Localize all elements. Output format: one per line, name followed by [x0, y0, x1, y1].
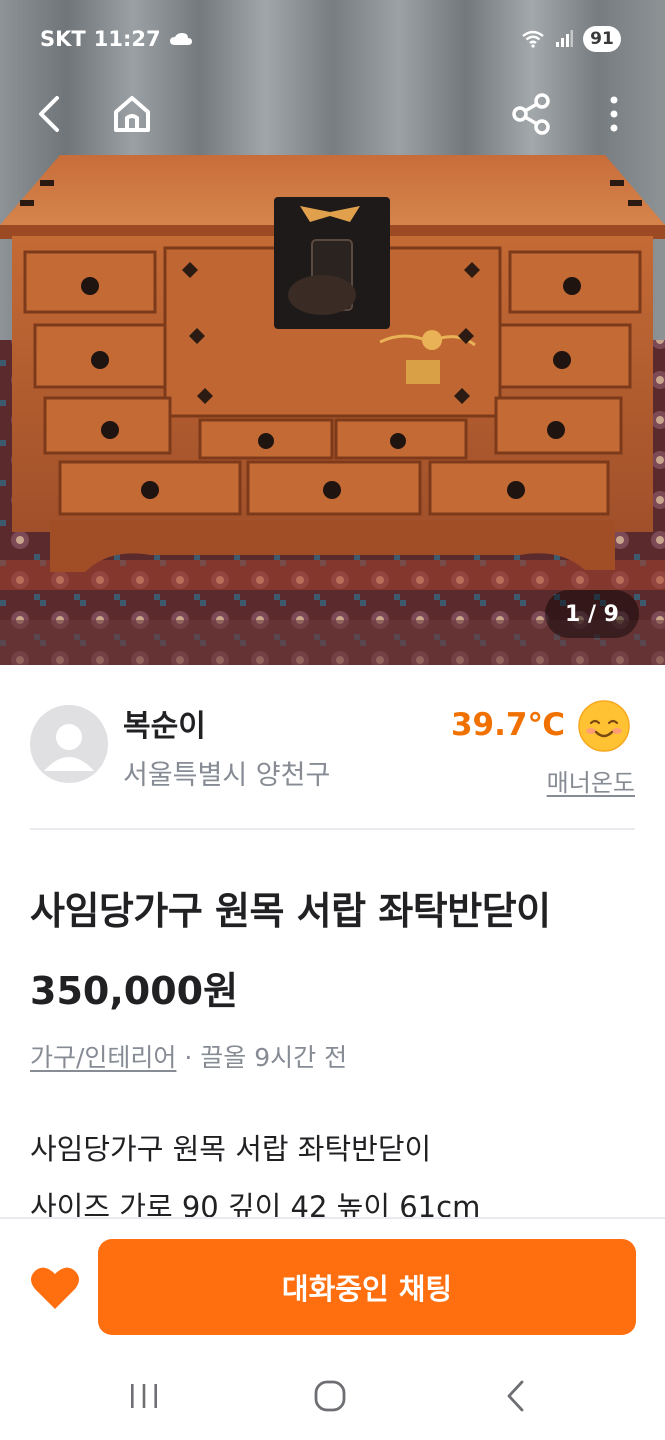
- seller-location: 서울특별시 양천구: [123, 760, 331, 791]
- description-line: 사임당가구 원목 서랍 좌탁반닫이: [30, 1132, 432, 1166]
- home-icon: [114, 96, 150, 132]
- avatar[interactable]: [30, 705, 108, 783]
- product-title: 사임당가구 원목 서랍 좌탁반닫이: [30, 889, 551, 933]
- product-image[interactable]: SKT 11:27 91 1 / 9: [0, 0, 665, 665]
- circle-home-icon: [314, 1380, 346, 1412]
- bottom-action-bar: 대화중인 채팅: [0, 1217, 665, 1350]
- recents-button[interactable]: [114, 1376, 174, 1416]
- more-options-button[interactable]: [586, 86, 642, 142]
- share-icon: [512, 93, 550, 135]
- battery-badge: 91: [583, 26, 621, 52]
- system-back-button[interactable]: [486, 1376, 546, 1416]
- clock: 11:27: [93, 27, 161, 51]
- status-bar: SKT 11:27 91: [0, 0, 665, 80]
- seller-profile[interactable]: 복순이 서울특별시 양천구 39.7℃ 매너온도: [0, 665, 665, 829]
- like-button[interactable]: [30, 1265, 80, 1311]
- recents-icon: [131, 1384, 157, 1408]
- product-meta: 가구/인테리어 · 끌올 9시간 전: [30, 1038, 347, 1074]
- time-info: · 끌올 9시간 전: [176, 1043, 348, 1072]
- system-home-button[interactable]: [300, 1376, 360, 1416]
- category-link[interactable]: 가구/인테리어: [30, 1043, 176, 1072]
- divider: [30, 828, 635, 830]
- status-right: 91: [521, 26, 621, 52]
- cloud-icon: [169, 33, 192, 45]
- share-button[interactable]: [504, 86, 560, 142]
- image-counter: 1 / 9: [545, 590, 639, 638]
- manner-temperature: 39.7℃: [450, 707, 565, 743]
- signal-icon: [556, 30, 573, 47]
- heart-icon: [31, 1267, 79, 1309]
- carrier-label: SKT: [40, 27, 86, 51]
- smile-face-icon: [578, 700, 630, 752]
- more-vertical-icon: [610, 96, 618, 132]
- home-button[interactable]: [104, 86, 160, 142]
- top-navigation: [0, 86, 665, 146]
- chevron-left-icon: [507, 1380, 524, 1412]
- seller-name: 복순이: [123, 709, 206, 744]
- back-arrow-icon: [39, 96, 59, 132]
- wifi-icon: [522, 30, 544, 48]
- person-icon: [44, 724, 94, 771]
- system-navigation-bar: [0, 1350, 665, 1440]
- back-button[interactable]: [22, 86, 78, 142]
- manner-temperature-label[interactable]: 매너온도: [547, 763, 635, 798]
- product-price: 350,000원: [30, 969, 239, 1013]
- status-left: SKT 11:27: [40, 27, 193, 51]
- chat-button[interactable]: 대화중인 채팅: [98, 1239, 636, 1335]
